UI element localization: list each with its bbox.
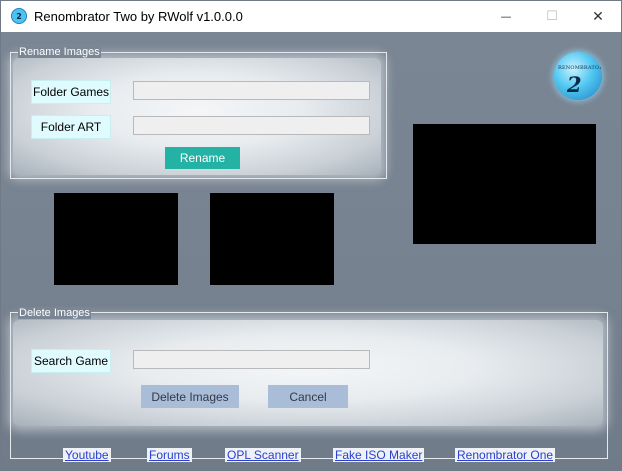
image-preview-left bbox=[54, 193, 178, 285]
minimize-button[interactable]: — bbox=[483, 1, 529, 32]
opl-scanner-link[interactable]: OPL Scanner bbox=[225, 448, 301, 462]
logo-text: RENOMBRATOR bbox=[558, 65, 602, 71]
folder-art-label: Folder ART bbox=[31, 115, 111, 139]
title-bar[interactable]: 2 Renombrator Two by RWolf v1.0.0.0 — ☐ … bbox=[1, 1, 621, 32]
minimize-icon: — bbox=[500, 10, 512, 23]
delete-images-button[interactable]: Delete Images bbox=[141, 385, 239, 408]
folder-art-input[interactable] bbox=[133, 116, 370, 135]
rename-button[interactable]: Rename bbox=[165, 147, 240, 169]
rename-group-label: Rename Images bbox=[18, 46, 101, 58]
app-icon: 2 bbox=[11, 8, 27, 24]
search-game-label: Search Game bbox=[31, 349, 111, 373]
fake-iso-maker-link[interactable]: Fake ISO Maker bbox=[333, 448, 425, 462]
delete-group-panel bbox=[13, 320, 603, 426]
renombrator-logo: RENOMBRATOR 2 bbox=[554, 52, 602, 100]
forums-link[interactable]: Forums bbox=[147, 448, 192, 462]
svg-text:2: 2 bbox=[16, 12, 22, 21]
renombrator-one-link[interactable]: Renombrator One bbox=[455, 448, 556, 462]
window-title: Renombrator Two by RWolf v1.0.0.0 bbox=[34, 9, 243, 24]
close-button[interactable]: ✕ bbox=[575, 1, 621, 32]
folder-games-input[interactable] bbox=[133, 81, 370, 100]
maximize-icon: ☐ bbox=[546, 9, 558, 24]
image-preview-large bbox=[413, 124, 596, 244]
logo-number: 2 bbox=[567, 72, 582, 97]
client-area: Rename Images Folder Games Folder ART Re… bbox=[1, 32, 621, 470]
image-preview-middle bbox=[210, 193, 334, 285]
youtube-link[interactable]: Youtube bbox=[63, 448, 111, 462]
delete-group-label: Delete Images bbox=[18, 307, 91, 319]
close-icon: ✕ bbox=[592, 8, 604, 25]
maximize-button[interactable]: ☐ bbox=[529, 1, 575, 32]
cancel-button[interactable]: Cancel bbox=[268, 385, 348, 408]
search-game-input[interactable] bbox=[133, 350, 370, 369]
app-window: 2 Renombrator Two by RWolf v1.0.0.0 — ☐ … bbox=[0, 0, 622, 471]
folder-games-label: Folder Games bbox=[31, 80, 111, 104]
